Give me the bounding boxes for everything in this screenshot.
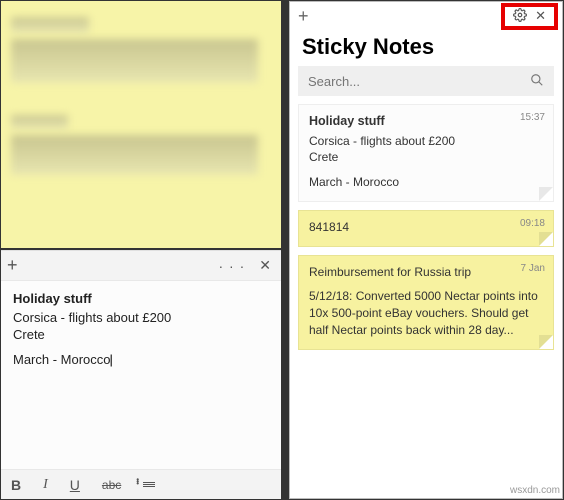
note-line: March - Morocco: [13, 352, 269, 367]
note-titlebar: + · · · ✕: [1, 251, 281, 281]
note-line: Crete: [13, 327, 269, 342]
note-line: Corsica - flights about £200: [13, 310, 269, 325]
search-input[interactable]: [308, 74, 530, 89]
underline-button[interactable]: U: [70, 477, 80, 493]
note-card-line: March - Morocco: [309, 174, 543, 191]
fold-corner-icon: [539, 187, 553, 201]
note-card-line: 5/12/18: Converted 5000 Nectar points in…: [309, 288, 543, 338]
note-card-title: Reimbursement for Russia trip: [309, 264, 543, 281]
sticky-notes-list-window: + ✕ Sticky Notes 15:37 Holiday stuff Cor…: [289, 1, 563, 499]
app-title: Sticky Notes: [290, 30, 562, 66]
note-card-title: 841814: [309, 219, 543, 236]
list-close-button[interactable]: ✕: [535, 8, 546, 24]
note-card-line: Corsica - flights about £200: [309, 133, 543, 150]
strikethrough-button[interactable]: abc: [102, 478, 121, 492]
search-box[interactable]: [298, 66, 554, 96]
note-time: 15:37: [520, 111, 545, 125]
bold-button[interactable]: B: [11, 477, 21, 493]
note-menu-button[interactable]: · · ·: [219, 258, 246, 274]
note-time: 09:18: [520, 217, 545, 231]
list-titlebar: + ✕: [290, 2, 562, 30]
fold-corner-icon: [539, 232, 553, 246]
note-close-button[interactable]: ✕: [255, 257, 275, 274]
fold-corner-icon: [539, 335, 553, 349]
gear-icon[interactable]: [513, 8, 527, 25]
note-card-title: Holiday stuff: [309, 113, 543, 131]
bullet-list-button[interactable]: [143, 482, 155, 487]
open-sticky-note: + · · · ✕ Holiday stuff Corsica - flight…: [1, 250, 281, 499]
note-card[interactable]: 7 Jan Reimbursement for Russia trip 5/12…: [298, 255, 554, 350]
notes-list: 15:37 Holiday stuff Corsica - flights ab…: [290, 104, 562, 498]
note-card-line: Crete: [309, 149, 543, 166]
background-sticky-note: [1, 1, 281, 248]
italic-button[interactable]: I: [43, 477, 48, 493]
new-note-button[interactable]: +: [7, 255, 18, 276]
new-note-button[interactable]: +: [294, 6, 313, 27]
note-card[interactable]: 15:37 Holiday stuff Corsica - flights ab…: [298, 104, 554, 202]
settings-highlight: ✕: [501, 3, 558, 30]
format-toolbar: B I U abc: [1, 469, 281, 499]
search-icon[interactable]: [530, 73, 544, 90]
watermark: wsxdn.com: [510, 485, 560, 496]
note-title: Holiday stuff: [13, 291, 269, 306]
note-card[interactable]: 09:18 841814: [298, 210, 554, 247]
note-time: 7 Jan: [521, 262, 545, 276]
note-body[interactable]: Holiday stuff Corsica - flights about £2…: [1, 281, 281, 469]
